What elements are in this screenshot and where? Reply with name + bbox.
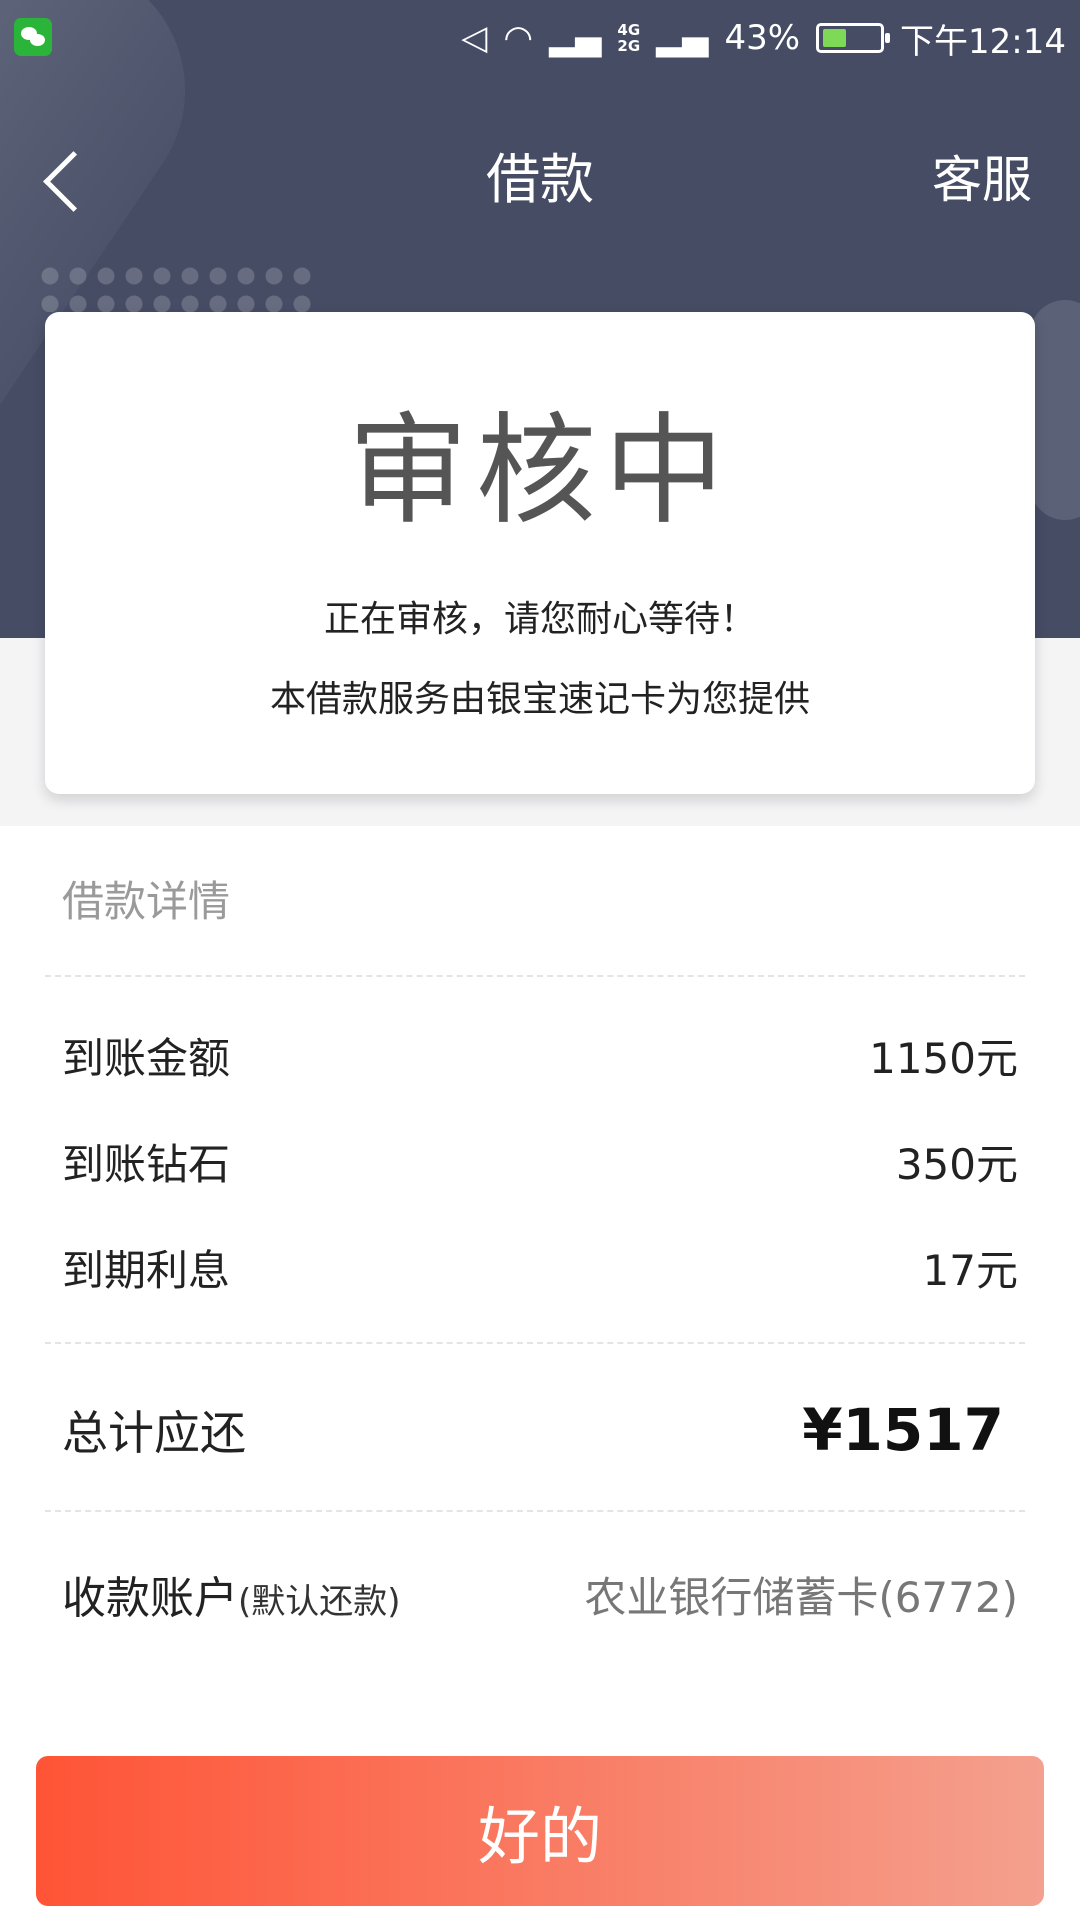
battery-fill	[823, 29, 847, 47]
customer-service-button[interactable]: 客服	[932, 140, 1032, 212]
status-bar: ◁ ◠ ▂▄ 4G 2G ▂▄ 43% 下午12:14	[0, 0, 1080, 76]
service-provider-text: 本借款服务由银宝速记卡为您提供	[269, 679, 810, 720]
back-arrow-icon[interactable]	[40, 145, 90, 215]
page-title: 借款	[486, 148, 594, 211]
detail-value: 1150元	[869, 1033, 1018, 1083]
account-value: 农业银行储蓄卡(6772)	[584, 1572, 1018, 1622]
divider	[45, 1510, 1025, 1512]
account-label-group: 收款账户(默认还款)	[62, 1562, 401, 1626]
detail-row-received-amount: 到账金额 1150元	[62, 1020, 1018, 1090]
decorative-shape	[1030, 300, 1080, 520]
status-time: 下午12:14	[900, 21, 1066, 62]
review-message: 正在审核，请您耐心等待！	[323, 599, 756, 640]
signal-icon: ▂▄	[549, 18, 602, 58]
review-status-card: 审核中 正在审核，请您耐心等待！ 本借款服务由银宝速记卡为您提供	[45, 312, 1035, 794]
wifi-icon: ◠	[503, 18, 534, 58]
account-label: 收款账户	[62, 1573, 238, 1624]
detail-label: 到账钻石	[62, 1139, 231, 1189]
divider	[45, 975, 1025, 977]
detail-row-interest: 到期利息 17元	[62, 1232, 1018, 1302]
receiving-account-row[interactable]: 收款账户(默认还款) 农业银行储蓄卡(6772)	[62, 1556, 1018, 1632]
wechat-icon	[14, 18, 52, 56]
status-icons: ◁ ◠ ▂▄ 4G 2G ▂▄ 43% 下午12:14	[461, 14, 1066, 62]
review-status-title: 审核中	[348, 402, 732, 541]
network-2g-label: 2G	[617, 37, 641, 55]
account-sublabel: (默认还款)	[238, 1582, 401, 1622]
detail-label: 到账金额	[62, 1033, 231, 1083]
detail-label: 到期利息	[62, 1245, 231, 1295]
signal-icon-2: ▂▄	[656, 18, 709, 58]
ok-button[interactable]: 好的	[36, 1756, 1044, 1906]
detail-row-received-diamond: 到账钻石 350元	[62, 1126, 1018, 1196]
battery-icon	[816, 23, 891, 53]
total-label: 总计应还	[62, 1406, 246, 1460]
battery-percent: 43%	[724, 18, 801, 58]
network-4g-label: 4G	[617, 21, 641, 39]
detail-value: 17元	[922, 1245, 1018, 1295]
mute-icon: ◁	[461, 18, 488, 58]
decorative-dots	[36, 262, 316, 312]
loan-details-title: 借款详情	[62, 877, 231, 926]
network-type: 4G 2G	[617, 22, 640, 54]
divider	[45, 1342, 1025, 1344]
total-value: ¥1517	[802, 1396, 1004, 1464]
total-repayment-row: 总计应还 ¥1517	[62, 1390, 1018, 1470]
detail-value: 350元	[895, 1139, 1018, 1189]
